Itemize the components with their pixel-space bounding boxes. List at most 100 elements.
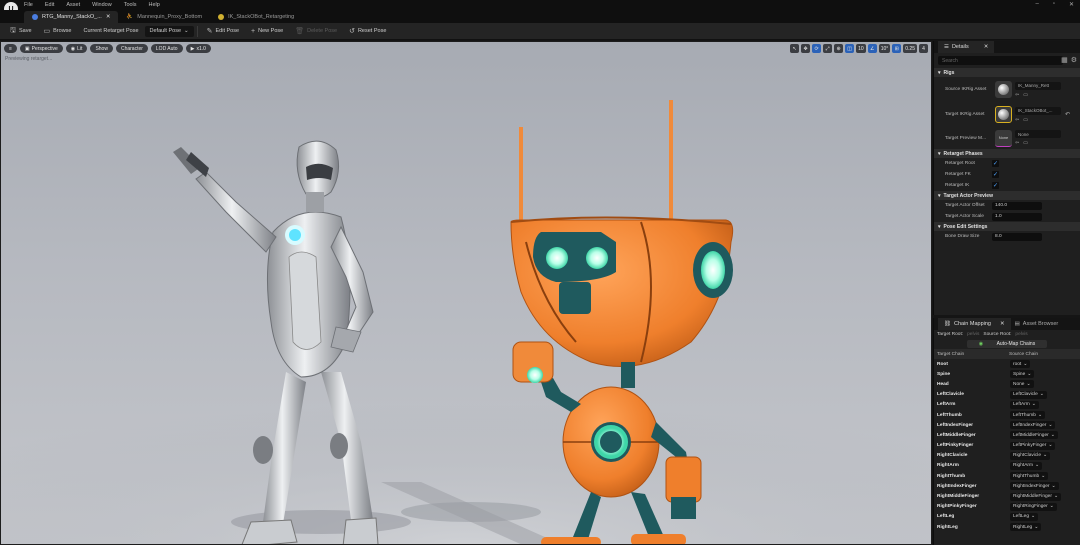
edit-pose-button[interactable]: ✎ Edit Pose (201, 25, 245, 38)
pose-edit-header[interactable]: ▾ Pose Edit Settings (934, 222, 1080, 231)
table-row[interactable]: LeftLeg LeftLeg ⌄ (934, 512, 1080, 522)
scale-tool-icon[interactable]: ⤢ (823, 44, 833, 53)
source-chain-dropdown[interactable]: LeftThumb ⌄ (1010, 411, 1045, 420)
viewport[interactable]: ≡ ▣ Perspective ◉ Lit Show Character LOD… (0, 41, 932, 545)
details-search-input[interactable]: Search (938, 56, 1063, 65)
show-button[interactable]: Show (90, 44, 113, 53)
perspective-button[interactable]: ▣ Perspective (19, 44, 63, 53)
grid-size-value[interactable]: 10 (856, 44, 866, 53)
scale-snap-value[interactable]: 0.25 (903, 44, 917, 53)
browse-asset-icon[interactable]: ▭ (1023, 92, 1028, 98)
source-chain-dropdown[interactable]: RightClavicle ⌄ (1010, 451, 1051, 460)
playback-speed-button[interactable]: ▶ x1.0 (185, 44, 211, 53)
browse-button[interactable]: ▭ Browse (38, 25, 78, 38)
reset-pose-button[interactable]: ↺ Reset Pose (343, 25, 392, 38)
table-row[interactable]: RightLeg RightLeg ⌄ (934, 522, 1080, 532)
bone-draw-field[interactable]: 8.0 (992, 232, 1042, 241)
source-rig-dropdown[interactable]: IK_Manny_Rett (1015, 81, 1061, 90)
world-space-icon[interactable]: ⊕ (834, 44, 844, 53)
table-row[interactable]: Spine Spine ⌄ (934, 369, 1080, 379)
grid-snap-icon[interactable]: ◫ (845, 44, 855, 53)
source-chain-dropdown[interactable]: RightArm ⌄ (1010, 461, 1043, 470)
use-selected-icon[interactable]: ⇦ (1015, 117, 1019, 123)
source-chain-dropdown[interactable]: RightRingFinger ⌄ (1010, 502, 1057, 511)
menu-window[interactable]: Window (92, 2, 112, 8)
source-chain-dropdown[interactable]: LeftArm ⌄ (1010, 400, 1039, 409)
select-tool-icon[interactable]: ↖ (790, 44, 800, 53)
maximize-icon[interactable]: ▫ (1053, 1, 1055, 8)
use-selected-icon[interactable]: ⇦ (1015, 140, 1019, 146)
new-pose-button[interactable]: + New Pose (245, 25, 289, 38)
menu-help[interactable]: Help (149, 2, 160, 8)
rotation-snap-icon[interactable]: ∠ (867, 44, 877, 53)
tab-ik-rig[interactable]: IK_StackOBot_Retargeting (210, 11, 302, 23)
rotate-tool-icon[interactable]: ⟳ (812, 44, 822, 53)
table-row[interactable]: RightIndexFinger RightIndexFinger ⌄ (934, 481, 1080, 491)
save-button[interactable]: 🖫 Save (4, 25, 38, 38)
lit-button[interactable]: ◉ Lit (65, 44, 88, 53)
table-row[interactable]: Root root ⌄ (934, 359, 1080, 369)
details-close-icon[interactable]: ✕ (984, 44, 989, 50)
rotation-snap-value[interactable]: 10° (878, 44, 891, 53)
chain-mapping-close-icon[interactable]: ✕ (1000, 321, 1005, 327)
actor-scale-field[interactable]: 1.0 (992, 212, 1042, 221)
target-rig-thumbnail[interactable] (995, 106, 1012, 123)
source-chain-dropdown[interactable]: RightIndexFinger ⌄ (1010, 482, 1059, 491)
source-chain-dropdown[interactable]: RightLeg ⌄ (1010, 523, 1042, 532)
table-row[interactable]: LeftThumb LeftThumb ⌄ (934, 410, 1080, 420)
source-chain-dropdown[interactable]: LeftLeg ⌄ (1010, 512, 1039, 521)
asset-browser-tab[interactable]: ▤ Asset Browser (1015, 321, 1059, 327)
tab-retargeter[interactable]: RTG_Manny_StackO_... ✕ (24, 11, 119, 23)
menu-file[interactable]: File (24, 2, 33, 8)
target-rig-dropdown[interactable]: IK_StackOBot_... (1015, 106, 1061, 115)
auto-map-chains-button[interactable]: ◉ Auto-Map Chains (966, 340, 1048, 348)
source-rig-thumbnail[interactable] (995, 81, 1012, 98)
source-chain-dropdown[interactable]: LeftMiddleFinger ⌄ (1010, 431, 1058, 440)
table-row[interactable]: LeftPinkyFinger LeftPinkyFinger ⌄ (934, 441, 1080, 451)
actor-offset-field[interactable]: 140.0 (992, 201, 1042, 210)
actor-preview-header[interactable]: ▾ Target Actor Preview (934, 191, 1080, 200)
table-row[interactable]: LeftClavicle LeftClavicle ⌄ (934, 390, 1080, 400)
table-row[interactable]: RightPinkyFinger RightRingFinger ⌄ (934, 502, 1080, 512)
retarget-fk-checkbox[interactable]: ✓ (992, 171, 999, 178)
source-chain-dropdown[interactable]: Spine ⌄ (1010, 370, 1035, 379)
table-row[interactable]: LeftIndexFinger LeftIndexFinger ⌄ (934, 420, 1080, 430)
minimize-icon[interactable]: – (1035, 1, 1038, 8)
lod-button[interactable]: LOD Auto (150, 44, 183, 53)
table-row[interactable]: RightClavicle RightClavicle ⌄ (934, 451, 1080, 461)
tab-close-icon[interactable]: ✕ (106, 14, 111, 20)
property-matrix-icon[interactable]: ▦ (1061, 56, 1068, 64)
retarget-ik-checkbox[interactable]: ✓ (992, 182, 999, 189)
target-preview-thumbnail[interactable]: None (995, 129, 1012, 147)
source-chain-dropdown[interactable]: None ⌄ (1010, 380, 1034, 389)
use-selected-icon[interactable]: ⇦ (1015, 92, 1019, 98)
source-chain-dropdown[interactable]: LeftIndexFinger ⌄ (1010, 421, 1056, 430)
reset-to-default-icon[interactable]: ↶ (1065, 111, 1070, 118)
source-chain-dropdown[interactable]: root ⌄ (1010, 360, 1031, 369)
table-row[interactable]: RightMiddleFinger RightMiddleFinger ⌄ (934, 491, 1080, 501)
table-row[interactable]: RightThumb RightThumb ⌄ (934, 471, 1080, 481)
camera-speed-value[interactable]: 4 (919, 44, 928, 53)
details-tab[interactable]: ☰ Details ✕ (938, 41, 995, 53)
source-chain-dropdown[interactable]: LeftPinkyFinger ⌄ (1010, 441, 1056, 450)
source-chain-dropdown[interactable]: RightMiddleFinger ⌄ (1010, 492, 1061, 501)
target-preview-dropdown[interactable]: None (1015, 130, 1061, 138)
menu-asset[interactable]: Asset (66, 2, 80, 8)
viewport-menu-button[interactable]: ≡ (4, 44, 17, 53)
retarget-phases-header[interactable]: ▾ Retarget Phases (934, 149, 1080, 158)
chain-mapping-tab[interactable]: ⛓ Chain Mapping ✕ (938, 318, 1011, 330)
source-chain-dropdown[interactable]: LeftClavicle ⌄ (1010, 390, 1047, 399)
move-tool-icon[interactable]: ✥ (801, 44, 811, 53)
close-window-icon[interactable]: ✕ (1069, 1, 1074, 8)
settings-gear-icon[interactable]: ⚙ (1071, 56, 1077, 64)
menu-tools[interactable]: Tools (124, 2, 137, 8)
table-row[interactable]: RightArm RightArm ⌄ (934, 461, 1080, 471)
menu-edit[interactable]: Edit (45, 2, 54, 8)
browse-asset-icon[interactable]: ▭ (1023, 140, 1028, 146)
retarget-root-checkbox[interactable]: ✓ (992, 160, 999, 167)
retarget-pose-dropdown[interactable]: Default Pose ⌄ (144, 25, 194, 37)
source-chain-dropdown[interactable]: RightThumb ⌄ (1010, 472, 1049, 481)
browse-asset-icon[interactable]: ▭ (1023, 117, 1028, 123)
character-button[interactable]: Character (115, 44, 148, 53)
delete-pose-button[interactable]: 🗑 Delete Pose (289, 25, 343, 38)
